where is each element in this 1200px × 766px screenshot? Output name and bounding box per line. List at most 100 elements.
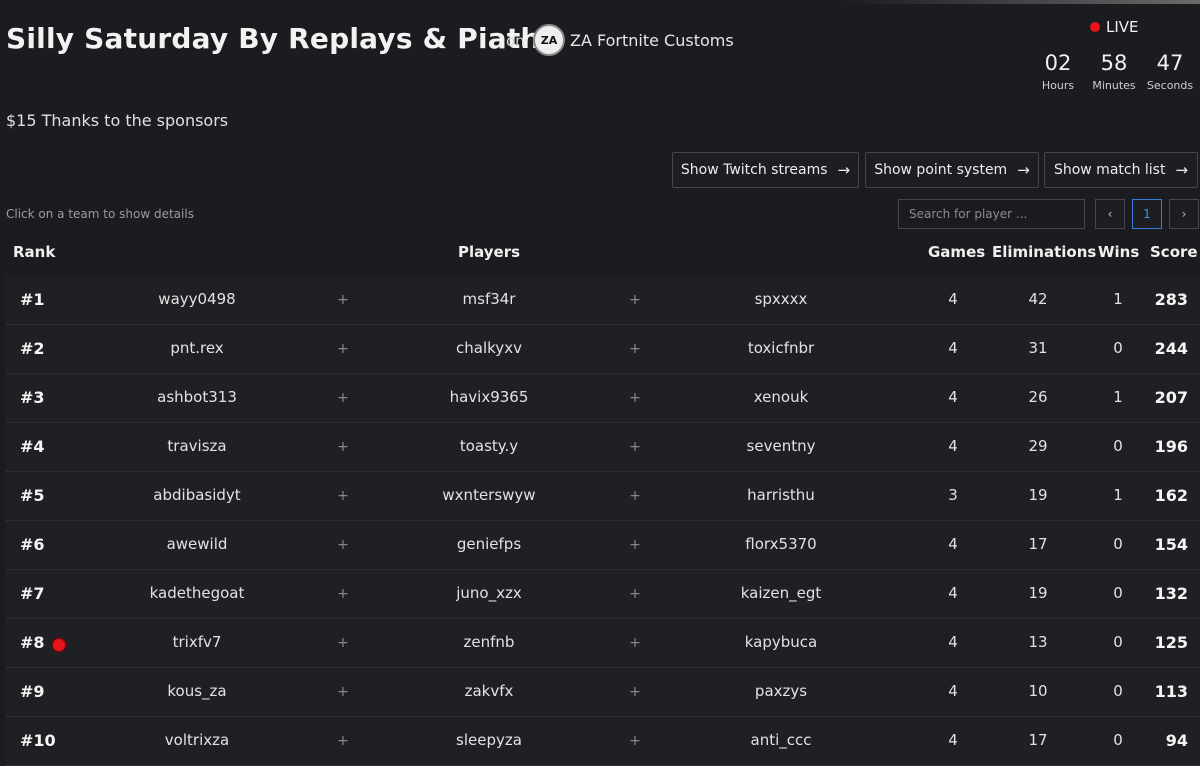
plus-separator-icon: +: [629, 488, 641, 504]
team-rank: #10: [20, 731, 56, 750]
team-games: 4: [948, 437, 958, 455]
org-name-link[interactable]: ZA Fortnite Customs: [570, 31, 734, 50]
player-name: voltrixza: [164, 731, 230, 749]
team-wins: 0: [1113, 535, 1123, 553]
player-name: chalkyxv: [456, 339, 522, 357]
header-games[interactable]: Games: [928, 243, 985, 261]
show-point-system-button[interactable]: Show point system →: [865, 152, 1039, 188]
header-score[interactable]: Score: [1150, 243, 1198, 261]
team-score: 162: [1154, 486, 1188, 505]
countdown-hours-label: Hours: [1041, 79, 1075, 92]
team-rank: #7: [20, 584, 45, 603]
sponsor-text: $15 Thanks to the sponsors: [6, 111, 229, 130]
team-score: 94: [1165, 731, 1188, 750]
team-wins: 0: [1113, 584, 1123, 602]
plus-separator-icon: +: [337, 439, 349, 455]
plus-separator-icon: +: [337, 684, 349, 700]
live-stream-icon[interactable]: [53, 639, 65, 651]
team-score: 283: [1154, 290, 1188, 309]
team-eliminations: 19: [1028, 486, 1048, 504]
team-eliminations: 10: [1028, 682, 1048, 700]
header-rank[interactable]: Rank: [13, 243, 55, 261]
arrow-right-icon: →: [1017, 161, 1030, 179]
leaderboard-header: Rank Players Games Eliminations Wins Sco…: [5, 236, 1200, 278]
player-search-input[interactable]: [898, 199, 1085, 229]
countdown-minutes-value: 58: [1100, 51, 1128, 75]
team-games: 4: [948, 290, 958, 308]
plus-separator-icon: +: [337, 292, 349, 308]
team-eliminations: 17: [1028, 731, 1048, 749]
org-logo[interactable]: ZA: [533, 24, 565, 56]
plus-separator-icon: +: [337, 586, 349, 602]
plus-separator-icon: +: [337, 341, 349, 357]
team-row[interactable]: #7 kadethegoat + juno_xzx + kaizen_egt 4 19 0 132: [5, 570, 1200, 619]
next-page-button[interactable]: ›: [1169, 199, 1199, 229]
team-row[interactable]: #4 travisza + toasty.y + seventny 4 29 0 196: [5, 423, 1200, 472]
player-name: kadethegoat: [149, 584, 245, 602]
countdown-seconds-value: 47: [1156, 51, 1184, 75]
show-twitch-streams-label: Show Twitch streams: [680, 162, 828, 178]
team-rank: #9: [20, 682, 45, 701]
show-match-list-button[interactable]: Show match list →: [1044, 152, 1198, 188]
player-name: juno_xzx: [456, 584, 522, 602]
team-games: 4: [948, 584, 958, 602]
countdown-hours: 02 Hours: [1040, 50, 1076, 92]
team-score: 207: [1154, 388, 1188, 407]
team-score: 196: [1154, 437, 1188, 456]
show-match-list-label: Show match list: [1053, 162, 1166, 178]
team-wins: 1: [1113, 388, 1123, 406]
team-row[interactable]: #2 pnt.rex + chalkyxv + toxicfnbr 4 31 0 244: [5, 325, 1200, 374]
player-name: abdibasidyt: [153, 486, 241, 504]
header-wins[interactable]: Wins: [1098, 243, 1139, 261]
player-name: geniefps: [456, 535, 522, 553]
live-label: LIVE: [1106, 18, 1139, 36]
prev-page-button[interactable]: ‹: [1095, 199, 1125, 229]
team-score: 125: [1154, 633, 1188, 652]
team-eliminations: 26: [1028, 388, 1048, 406]
team-score: 244: [1154, 339, 1188, 358]
team-rank: #8: [20, 633, 45, 652]
team-games: 4: [948, 388, 958, 406]
team-score: 154: [1154, 535, 1188, 554]
player-name: toxicfnbr: [747, 339, 815, 357]
team-eliminations: 17: [1028, 535, 1048, 553]
team-eliminations: 31: [1028, 339, 1048, 357]
player-name: zakvfx: [464, 682, 514, 700]
player-name: seventny: [746, 437, 816, 455]
show-twitch-streams-button[interactable]: Show Twitch streams →: [672, 152, 859, 188]
click-team-hint: Click on a team to show details: [6, 207, 194, 221]
team-row[interactable]: #3 ashbot313 + havix9365 + xenouk 4 26 1 207: [5, 374, 1200, 423]
team-games: 4: [948, 682, 958, 700]
team-row[interactable]: #8 trixfv7 + zenfnb + kapybuca 4 13 0 125: [5, 619, 1200, 668]
live-dot-icon: [1090, 22, 1100, 32]
team-eliminations: 29: [1028, 437, 1048, 455]
plus-separator-icon: +: [337, 635, 349, 651]
team-rank: #6: [20, 535, 45, 554]
team-games: 4: [948, 535, 958, 553]
team-row[interactable]: #6 awewild + geniefps + florx5370 4 17 0 154: [5, 521, 1200, 570]
page-1-button[interactable]: 1: [1132, 199, 1162, 229]
live-indicator: LIVE: [1090, 18, 1139, 36]
top-accent-line: [0, 0, 1200, 4]
player-name: awewild: [166, 535, 228, 553]
countdown-hours-value: 02: [1044, 51, 1072, 75]
player-name: kaizen_egt: [740, 584, 822, 602]
plus-separator-icon: +: [629, 292, 641, 308]
player-name: xenouk: [753, 388, 809, 406]
on-label: on: [506, 32, 525, 50]
player-name: anti_ccc: [750, 731, 812, 749]
header-eliminations[interactable]: Eliminations: [992, 243, 1096, 261]
plus-separator-icon: +: [337, 733, 349, 749]
team-row[interactable]: #5 abdibasidyt + wxnterswyw + harristhu 3 19 1 16…: [5, 472, 1200, 521]
plus-separator-icon: +: [337, 390, 349, 406]
plus-separator-icon: +: [629, 635, 641, 651]
header-players: Players: [457, 243, 521, 261]
team-rank: #3: [20, 388, 45, 407]
team-score: 113: [1154, 682, 1188, 701]
team-wins: 0: [1113, 339, 1123, 357]
plus-separator-icon: +: [629, 537, 641, 553]
team-row[interactable]: #1 wayy0498 + msf34r + spxxxx 4 42 1 283: [5, 276, 1200, 325]
plus-separator-icon: +: [337, 488, 349, 504]
team-row[interactable]: #9 kous_za + zakvfx + paxzys 4 10 0 113: [5, 668, 1200, 717]
player-name: msf34r: [462, 290, 516, 308]
